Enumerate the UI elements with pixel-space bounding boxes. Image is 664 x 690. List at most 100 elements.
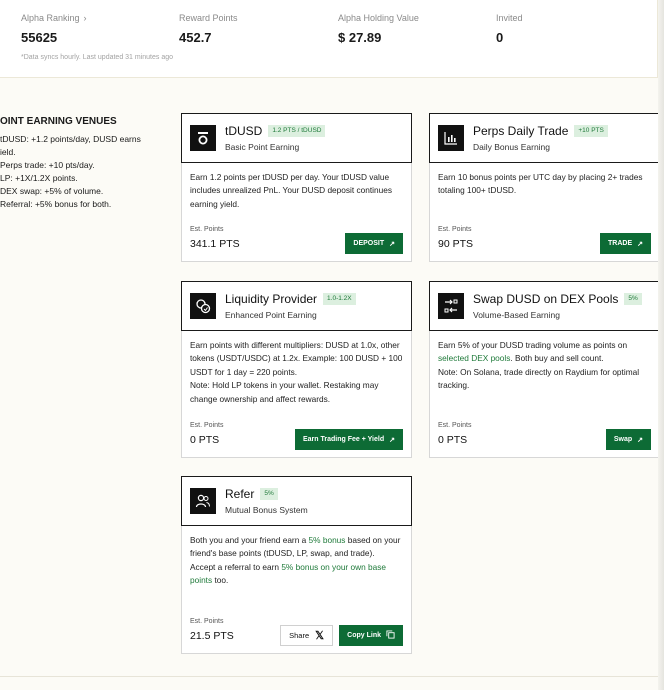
card-description: Earn 5% of your DUSD trading volume as p… xyxy=(430,331,659,393)
card-tdusd: tDUSD 1.2 PTS / tDUSD Basic Point Earnin… xyxy=(181,113,412,262)
card-footer: Est. Points 21.5 PTS Share 𝕏 Copy Link xyxy=(190,618,403,646)
est-points-label: Est. Points xyxy=(190,422,224,429)
card-header: tDUSD 1.2 PTS / tDUSD Basic Point Earnin… xyxy=(181,113,412,163)
button-label: DEPOSIT xyxy=(353,240,385,247)
share-button[interactable]: Share 𝕏 xyxy=(280,625,333,646)
arrow-up-right-icon: ↗ xyxy=(637,240,643,248)
venues-title: OINT EARNING VENUES xyxy=(0,116,117,127)
earn-trading-fee-button[interactable]: Earn Trading Fee + Yield ↗ xyxy=(295,429,403,450)
list-item: DEX swap: +5% of volume. xyxy=(0,186,104,196)
stat-label: Alpha Ranking xyxy=(21,13,80,23)
button-label: Copy Link xyxy=(347,632,381,639)
trade-button[interactable]: TRADE ↗ xyxy=(600,233,651,254)
venues-panel: OINT EARNING VENUES tDUSD: +1.2 points/d… xyxy=(0,116,160,211)
description-highlight: 5% bonus xyxy=(308,535,346,545)
scrollbar[interactable] xyxy=(658,0,664,690)
card-title: Refer xyxy=(225,487,255,501)
card-liquidity-provider: Liquidity Provider 1.0-1.2X Enhanced Poi… xyxy=(181,281,412,458)
rate-badge: +10 PTS xyxy=(574,125,608,137)
card-subtitle: Volume-Based Earning xyxy=(473,310,560,320)
rate-badge: 1.0-1.2X xyxy=(323,293,356,305)
stat-reward-points: Reward Points 452.7 xyxy=(179,13,238,45)
stat-value: 0 xyxy=(496,30,504,45)
card-title: Swap DUSD on DEX Pools xyxy=(473,292,619,306)
button-label: Swap xyxy=(613,436,633,443)
card-header: Swap DUSD on DEX Pools 5% Volume-Based E… xyxy=(429,281,661,331)
card-description: Earn 1.2 points per tDUSD per day. Your … xyxy=(190,172,393,209)
venues-list: tDUSD: +1.2 points/day, DUSD earns ield.… xyxy=(0,133,160,211)
rate-badge: 5% xyxy=(624,293,642,305)
est-points-label: Est. Points xyxy=(438,422,472,429)
card-description: Both you and your friend earn a 5% bonus… xyxy=(182,526,411,588)
chart-icon xyxy=(438,125,464,151)
copy-icon xyxy=(386,630,395,641)
sync-note: *Data syncs hourly. Last updated 31 minu… xyxy=(21,54,174,61)
list-item: Perps trade: +10 pts/day. xyxy=(0,160,95,170)
card-refer: Refer 5% Mutual Bonus System Both you an… xyxy=(181,476,412,654)
list-item: ield. xyxy=(0,147,16,157)
stat-value: 452.7 xyxy=(179,30,212,45)
description-note: Note: On Solana, trade directly on Raydi… xyxy=(438,366,640,391)
card-subtitle: Daily Bonus Earning xyxy=(473,142,551,152)
stats-panel: Alpha Ranking › 55625 Reward Points 452.7… xyxy=(0,0,658,78)
description-part: Earn 5% of your DUSD trading volume as p… xyxy=(438,340,628,350)
card-swap-dusd: Swap DUSD on DEX Pools 5% Volume-Based E… xyxy=(429,281,661,458)
card-description: Earn points with different multipliers: … xyxy=(182,331,411,406)
stat-value: 55625 xyxy=(21,30,58,45)
copy-link-button[interactable]: Copy Link xyxy=(339,625,403,646)
deposit-button[interactable]: DEPOSIT ↗ xyxy=(345,233,403,254)
description-part: Accept a referral to earn xyxy=(190,561,282,572)
list-item: tDUSD: +1.2 points/day, DUSD earns xyxy=(0,134,141,144)
list-item: Referral: +5% bonus for both. xyxy=(0,199,112,209)
chevron-right-icon: › xyxy=(83,13,87,23)
stat-label: Reward Points xyxy=(179,13,238,23)
button-label: Share xyxy=(289,631,310,640)
card-footer: Est. Points 0 PTS Swap ↗ xyxy=(438,422,651,450)
description-part: Both you and your friend earn a xyxy=(190,535,309,545)
stat-invited: Invited 0 xyxy=(496,13,523,45)
card-title: Perps Daily Trade xyxy=(473,124,569,138)
card-header: Refer 5% Mutual Bonus System xyxy=(181,476,412,526)
card-header: Liquidity Provider 1.0-1.2X Enhanced Poi… xyxy=(181,281,412,331)
coins-icon xyxy=(190,293,216,319)
card-subtitle: Mutual Bonus System xyxy=(225,505,308,515)
description-text: Earn 5% of your DUSD trading volume as p… xyxy=(438,339,651,366)
stat-label: Alpha Holding Value xyxy=(338,13,419,23)
card-subtitle: Enhanced Point Earning xyxy=(225,310,317,320)
description-text: Both you and your friend earn a 5% bonus… xyxy=(190,534,403,561)
divider xyxy=(0,676,664,677)
card-footer: Est. Points 341.1 PTS DEPOSIT ↗ xyxy=(190,226,403,254)
card-perps-daily-trade: Perps Daily Trade +10 PTS Daily Bonus Ea… xyxy=(429,113,661,262)
description-text: Earn points with different multipliers: … xyxy=(190,340,403,377)
card-subtitle: Basic Point Earning xyxy=(225,142,300,152)
card-header: Perps Daily Trade +10 PTS Daily Bonus Ea… xyxy=(429,113,661,163)
est-points-label: Est. Points xyxy=(190,226,224,233)
card-footer: Est. Points 90 PTS TRADE ↗ xyxy=(438,226,651,254)
x-logo-icon: 𝕏 xyxy=(315,630,324,642)
swap-icon xyxy=(438,293,464,319)
stat-alpha-ranking[interactable]: Alpha Ranking › 55625 xyxy=(21,13,87,45)
est-points-label: Est. Points xyxy=(190,618,224,625)
arrow-up-right-icon: ↗ xyxy=(389,436,395,444)
card-title: tDUSD xyxy=(225,124,263,138)
arrow-up-right-icon: ↗ xyxy=(637,436,643,444)
swap-button[interactable]: Swap ↗ xyxy=(605,429,651,450)
est-points-label: Est. Points xyxy=(438,226,472,233)
dex-pools-link[interactable]: selected DEX pools xyxy=(438,353,510,363)
button-label: TRADE xyxy=(608,240,633,247)
list-item: LP: +1X/1.2X points. xyxy=(0,173,78,183)
arrow-up-right-icon: ↗ xyxy=(389,240,395,248)
stat-value: $ 27.89 xyxy=(338,30,382,45)
tdusd-icon xyxy=(190,125,216,151)
description-note: Note: Hold LP tokens in your wallet. Res… xyxy=(190,380,379,404)
users-icon xyxy=(190,488,216,514)
description-part: . Both buy and sell count. xyxy=(510,353,604,364)
card-description: Earn 10 bonus points per UTC day by plac… xyxy=(438,172,643,196)
card-footer: Est. Points 0 PTS Earn Trading Fee + Yie… xyxy=(190,422,403,450)
button-label: Earn Trading Fee + Yield xyxy=(303,436,385,443)
card-title: Liquidity Provider xyxy=(225,292,318,306)
description-text: Accept a referral to earn 5% bonus on yo… xyxy=(190,561,403,588)
stat-alpha-holding-value: Alpha Holding Value $ 27.89 xyxy=(338,13,419,45)
stat-label: Invited xyxy=(496,13,523,23)
rate-badge: 5% xyxy=(260,488,278,500)
